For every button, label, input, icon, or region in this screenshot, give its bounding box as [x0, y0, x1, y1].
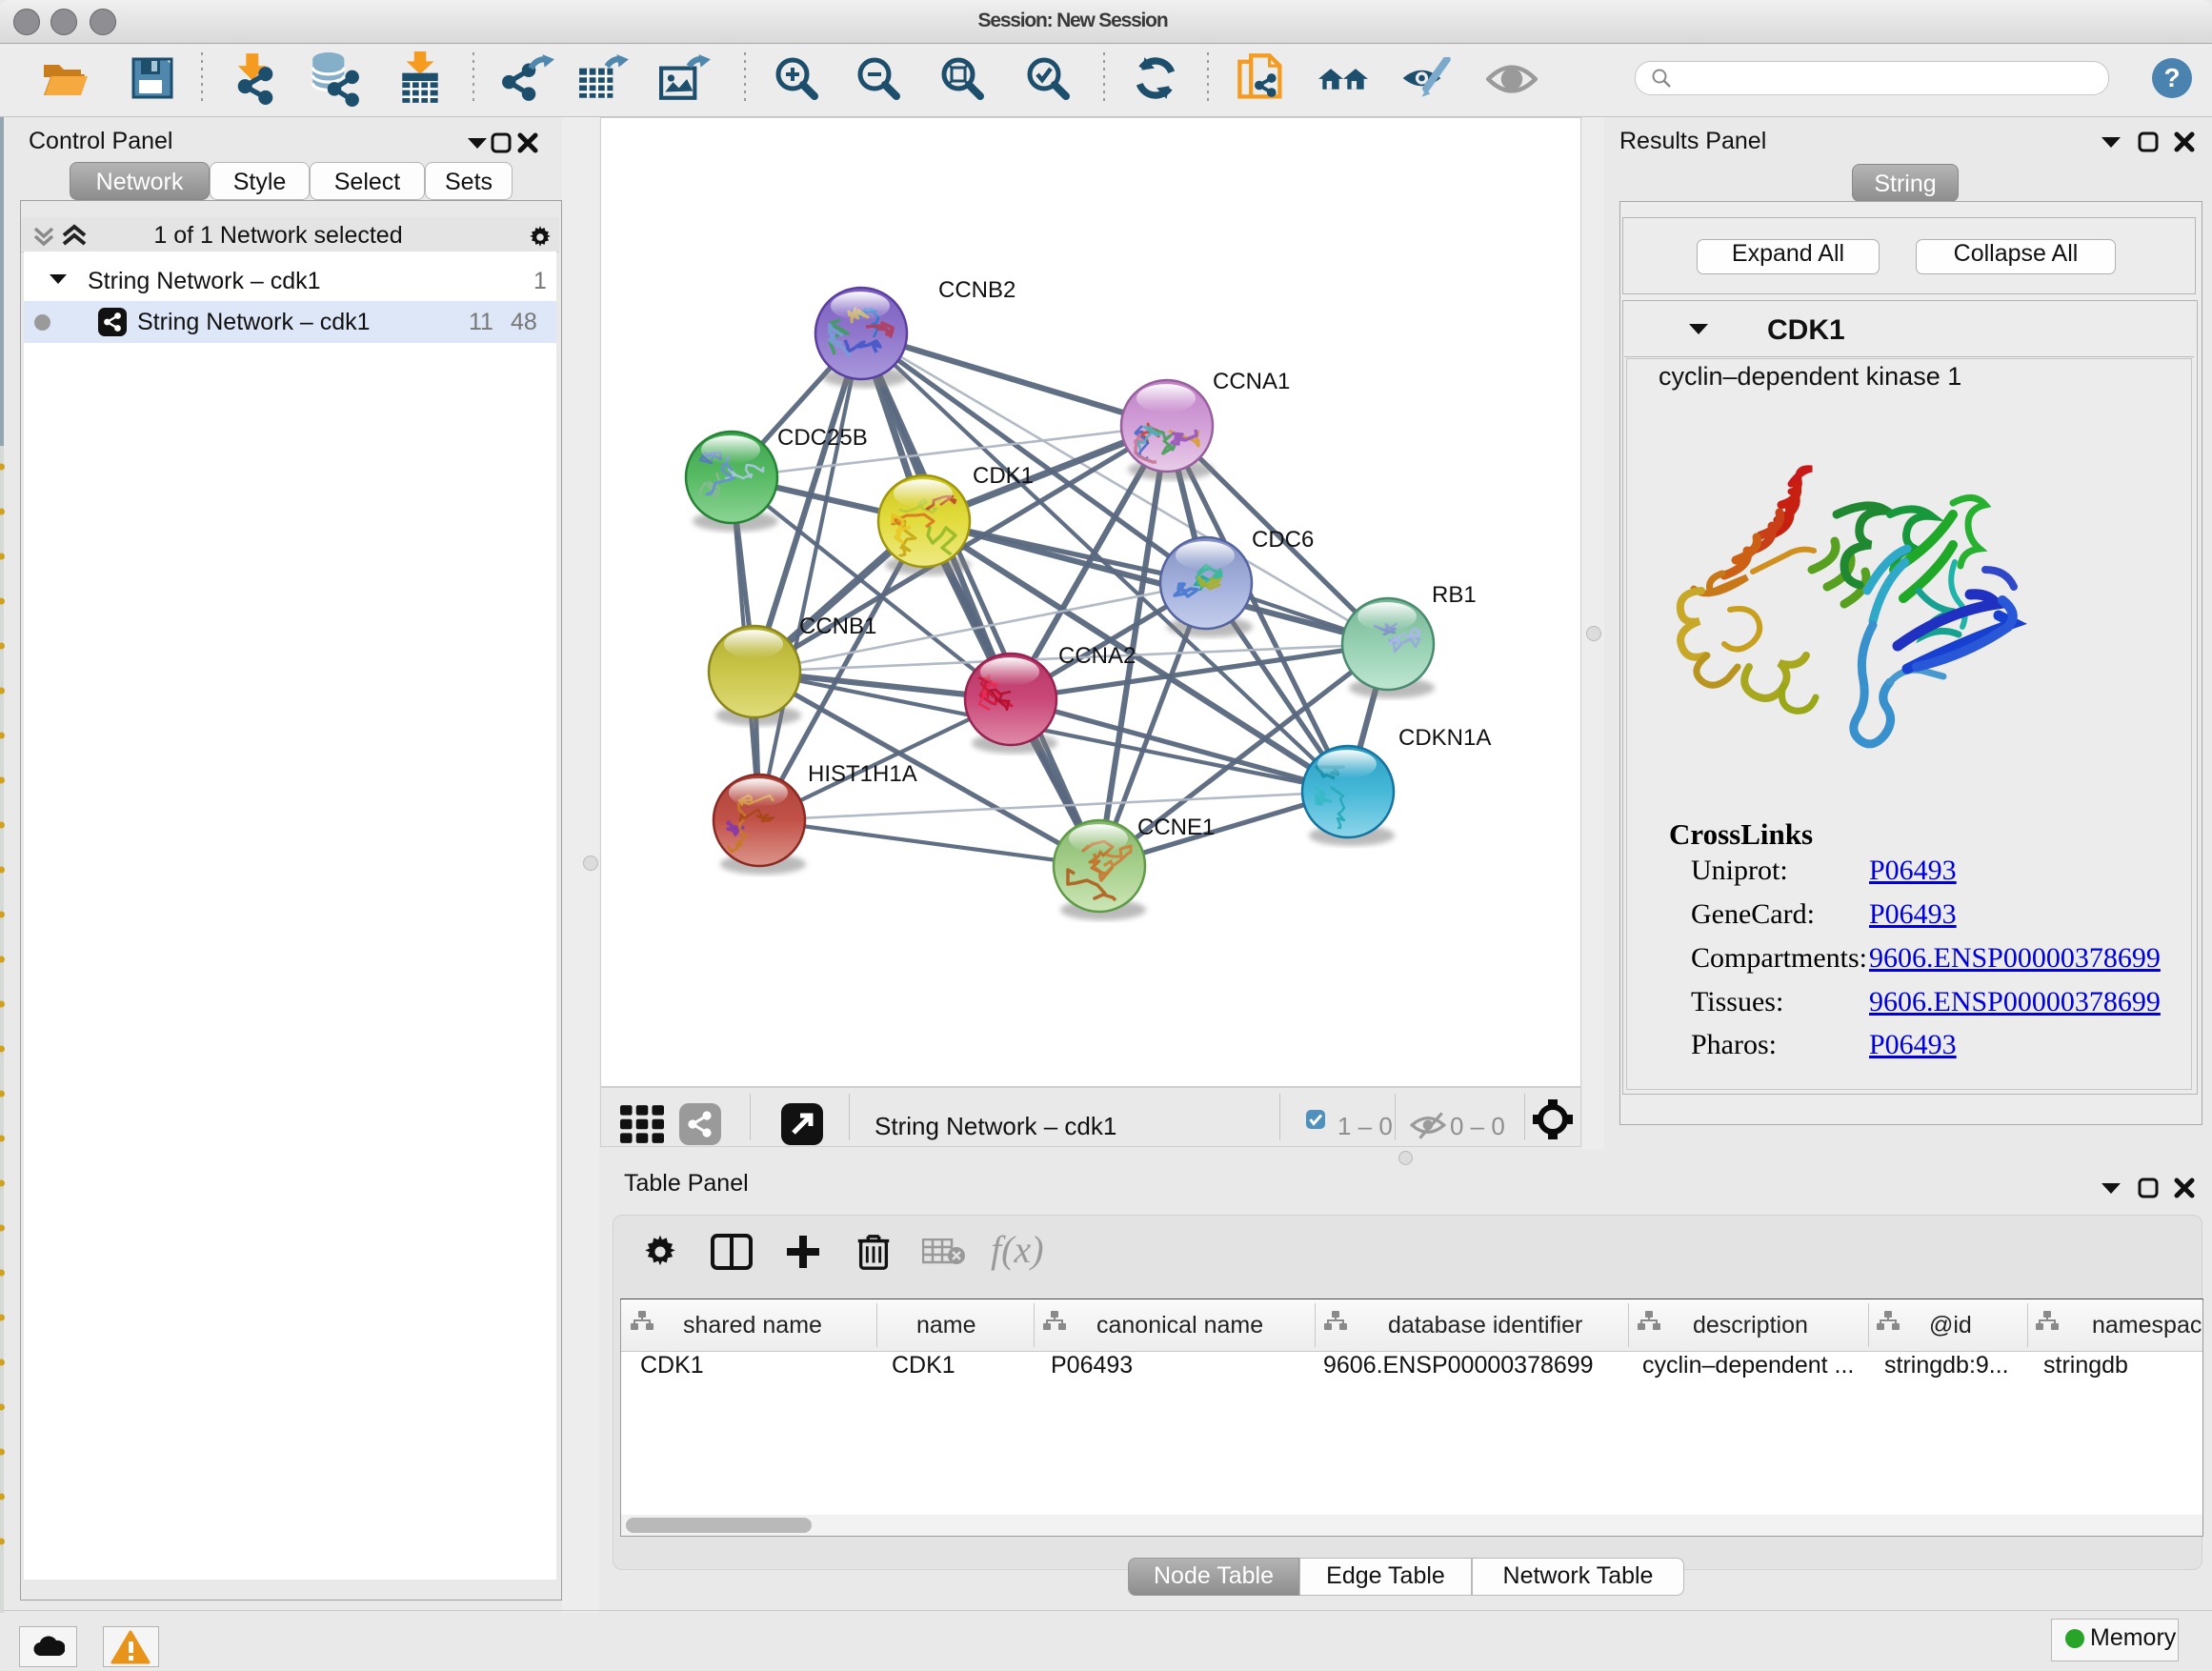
svg-text:CDK1: CDK1	[973, 463, 1034, 489]
svg-text:CCNB2: CCNB2	[938, 277, 1016, 303]
svg-text:CDKN1A: CDKN1A	[1398, 725, 1491, 751]
svg-text:CCNE1: CCNE1	[1137, 815, 1215, 840]
svg-text:CCNB1: CCNB1	[799, 614, 876, 639]
svg-text:CDC25B: CDC25B	[777, 425, 868, 451]
svg-text:CCNA1: CCNA1	[1213, 369, 1290, 394]
svg-text:?: ?	[2163, 63, 2180, 92]
svg-text:CCNA2: CCNA2	[1058, 643, 1136, 669]
svg-text:CDC6: CDC6	[1252, 527, 1314, 553]
svg-text:HIST1H1A: HIST1H1A	[808, 761, 917, 787]
svg-text:RB1: RB1	[1432, 582, 1477, 608]
